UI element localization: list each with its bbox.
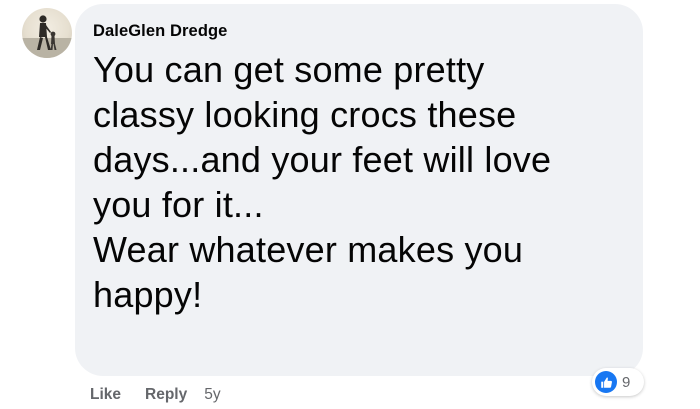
comment-text: You can get some pretty classy looking c… [93, 49, 552, 315]
comment-actions: Like Reply 5y [90, 384, 221, 406]
reply-button[interactable]: Reply [145, 386, 187, 404]
reaction-summary[interactable]: 9 [592, 368, 644, 396]
thumbs-up-icon [595, 371, 617, 393]
comment-timestamp[interactable]: 5y [204, 386, 220, 404]
reaction-count: 9 [622, 373, 631, 391]
person-walking-icon [22, 15, 72, 58]
comment-bubble: DaleGlen Dredge You can get some pretty … [75, 4, 643, 376]
avatar[interactable] [22, 8, 72, 58]
comment-container: DaleGlen Dredge You can get some pretty … [0, 0, 700, 409]
comment-author[interactable]: DaleGlen Dredge [93, 20, 623, 42]
like-button[interactable]: Like [90, 386, 121, 404]
